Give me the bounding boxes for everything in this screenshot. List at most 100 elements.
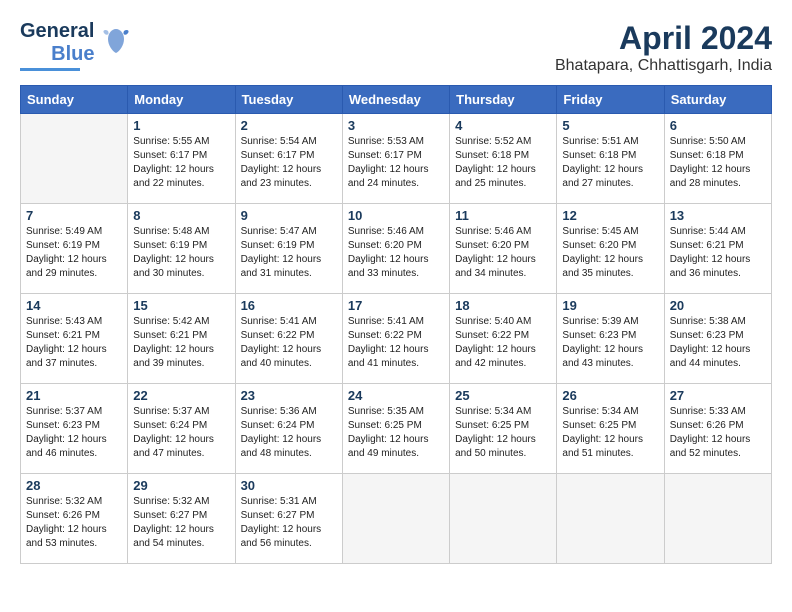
day-number: 25: [455, 388, 551, 403]
day-info: Sunrise: 5:34 AM Sunset: 6:25 PM Dayligh…: [455, 405, 551, 461]
day-number: 3: [348, 118, 444, 133]
calendar-cell: [342, 474, 449, 564]
calendar-cell: 5Sunrise: 5:51 AM Sunset: 6:18 PM Daylig…: [557, 114, 664, 204]
day-number: 18: [455, 298, 551, 313]
day-info: Sunrise: 5:55 AM Sunset: 6:17 PM Dayligh…: [133, 135, 229, 191]
logo-blue: Blue: [51, 43, 94, 66]
week-row-4: 21 Sunrise: 5:37 AM Sunset: 6:23 PM Dayli…: [21, 384, 772, 474]
logo: General Blue: [20, 20, 130, 71]
calendar-cell: 9 Sunrise: 5:47 AM Sunset: 6:19 PM Daylig…: [235, 204, 342, 294]
day-number: 27: [670, 388, 766, 403]
day-number: 17: [348, 298, 444, 313]
header-wednesday: Wednesday: [342, 86, 449, 114]
day-info: Sunrise: 5:37 AM Sunset: 6:24 PM Dayligh…: [133, 405, 229, 461]
day-number: 16: [241, 298, 337, 313]
day-number: 2: [241, 118, 337, 133]
calendar-cell: [557, 474, 664, 564]
calendar-cell: 22Sunrise: 5:37 AM Sunset: 6:24 PM Dayli…: [128, 384, 235, 474]
calendar-cell: [450, 474, 557, 564]
title-area: April 2024 Bhatapara, Chhattisgarh, Indi…: [555, 20, 772, 75]
day-info: Sunrise: 5:32 AM Sunset: 6:26 PM Dayligh…: [26, 495, 122, 551]
day-info: Sunrise: 5:33 AM Sunset: 6:26 PM Dayligh…: [670, 405, 766, 461]
month-title: April 2024: [555, 20, 772, 57]
day-number: 13: [670, 208, 766, 223]
day-info: Sunrise: 5:38 AM Sunset: 6:23 PM Dayligh…: [670, 315, 766, 371]
header: General Blue April 2024 Bhatapara, Chhat…: [20, 20, 772, 75]
day-info: Sunrise: 5:46 AM Sunset: 6:20 PM Dayligh…: [455, 225, 551, 281]
logo-underline: [20, 68, 80, 71]
day-number: 4: [455, 118, 551, 133]
day-number: 11: [455, 208, 551, 223]
calendar-cell: 14 Sunrise: 5:43 AM Sunset: 6:21 PM Dayli…: [21, 294, 128, 384]
calendar-cell: 15Sunrise: 5:42 AM Sunset: 6:21 PM Dayli…: [128, 294, 235, 384]
day-info: Sunrise: 5:47 AM Sunset: 6:19 PM Dayligh…: [241, 225, 337, 281]
day-info: Sunrise: 5:40 AM Sunset: 6:22 PM Dayligh…: [455, 315, 551, 371]
calendar-cell: 26 Sunrise: 5:34 AM Sunset: 6:25 PM Dayli…: [557, 384, 664, 474]
calendar-cell: 3Sunrise: 5:53 AM Sunset: 6:17 PM Daylig…: [342, 114, 449, 204]
day-info: Sunrise: 5:37 AM Sunset: 6:23 PM Dayligh…: [26, 405, 122, 461]
calendar-header-row: SundayMondayTuesdayWednesdayThursdayFrid…: [21, 86, 772, 114]
day-number: 10: [348, 208, 444, 223]
day-info: Sunrise: 5:42 AM Sunset: 6:21 PM Dayligh…: [133, 315, 229, 371]
calendar-cell: 16Sunrise: 5:41 AM Sunset: 6:22 PM Dayli…: [235, 294, 342, 384]
day-number: 14: [26, 298, 122, 313]
calendar-cell: 8Sunrise: 5:48 AM Sunset: 6:19 PM Daylig…: [128, 204, 235, 294]
day-info: Sunrise: 5:46 AM Sunset: 6:20 PM Dayligh…: [348, 225, 444, 281]
calendar-cell: 21 Sunrise: 5:37 AM Sunset: 6:23 PM Dayli…: [21, 384, 128, 474]
header-tuesday: Tuesday: [235, 86, 342, 114]
day-info: Sunrise: 5:36 AM Sunset: 6:24 PM Dayligh…: [241, 405, 337, 461]
day-number: 26: [562, 388, 658, 403]
header-sunday: Sunday: [21, 86, 128, 114]
logo-general: General: [20, 20, 94, 43]
calendar-cell: 25 Sunrise: 5:34 AM Sunset: 6:25 PM Dayli…: [450, 384, 557, 474]
calendar-cell: 20 Sunrise: 5:38 AM Sunset: 6:23 PM Dayli…: [664, 294, 771, 384]
calendar-table: SundayMondayTuesdayWednesdayThursdayFrid…: [20, 85, 772, 564]
day-info: Sunrise: 5:41 AM Sunset: 6:22 PM Dayligh…: [348, 315, 444, 371]
calendar-cell: 28 Sunrise: 5:32 AM Sunset: 6:26 PM Dayli…: [21, 474, 128, 564]
calendar-cell: 4 Sunrise: 5:52 AM Sunset: 6:18 PM Daylig…: [450, 114, 557, 204]
day-info: Sunrise: 5:44 AM Sunset: 6:21 PM Dayligh…: [670, 225, 766, 281]
header-thursday: Thursday: [450, 86, 557, 114]
calendar-cell: 13 Sunrise: 5:44 AM Sunset: 6:21 PM Dayli…: [664, 204, 771, 294]
day-info: Sunrise: 5:32 AM Sunset: 6:27 PM Dayligh…: [133, 495, 229, 551]
calendar-cell: 12 Sunrise: 5:45 AM Sunset: 6:20 PM Dayli…: [557, 204, 664, 294]
calendar-cell: 18 Sunrise: 5:40 AM Sunset: 6:22 PM Dayli…: [450, 294, 557, 384]
day-info: Sunrise: 5:51 AM Sunset: 6:18 PM Dayligh…: [562, 135, 658, 191]
day-number: 28: [26, 478, 122, 493]
day-info: Sunrise: 5:43 AM Sunset: 6:21 PM Dayligh…: [26, 315, 122, 371]
day-number: 21: [26, 388, 122, 403]
week-row-2: 7Sunrise: 5:49 AM Sunset: 6:19 PM Daylig…: [21, 204, 772, 294]
calendar-cell: 6Sunrise: 5:50 AM Sunset: 6:18 PM Daylig…: [664, 114, 771, 204]
calendar-cell: 7Sunrise: 5:49 AM Sunset: 6:19 PM Daylig…: [21, 204, 128, 294]
calendar-cell: 2Sunrise: 5:54 AM Sunset: 6:17 PM Daylig…: [235, 114, 342, 204]
day-number: 12: [562, 208, 658, 223]
day-number: 23: [241, 388, 337, 403]
day-info: Sunrise: 5:52 AM Sunset: 6:18 PM Dayligh…: [455, 135, 551, 191]
day-info: Sunrise: 5:45 AM Sunset: 6:20 PM Dayligh…: [562, 225, 658, 281]
calendar-cell: 29Sunrise: 5:32 AM Sunset: 6:27 PM Dayli…: [128, 474, 235, 564]
day-info: Sunrise: 5:35 AM Sunset: 6:25 PM Dayligh…: [348, 405, 444, 461]
day-info: Sunrise: 5:31 AM Sunset: 6:27 PM Dayligh…: [241, 495, 337, 551]
calendar-cell: 11 Sunrise: 5:46 AM Sunset: 6:20 PM Dayli…: [450, 204, 557, 294]
calendar-cell: [21, 114, 128, 204]
week-row-5: 28 Sunrise: 5:32 AM Sunset: 6:26 PM Dayli…: [21, 474, 772, 564]
week-row-1: 1 Sunrise: 5:55 AM Sunset: 6:17 PM Daylig…: [21, 114, 772, 204]
header-friday: Friday: [557, 86, 664, 114]
day-info: Sunrise: 5:50 AM Sunset: 6:18 PM Dayligh…: [670, 135, 766, 191]
day-info: Sunrise: 5:34 AM Sunset: 6:25 PM Dayligh…: [562, 405, 658, 461]
day-number: 9: [241, 208, 337, 223]
calendar-cell: [664, 474, 771, 564]
day-info: Sunrise: 5:48 AM Sunset: 6:19 PM Dayligh…: [133, 225, 229, 281]
day-number: 20: [670, 298, 766, 313]
header-monday: Monday: [128, 86, 235, 114]
calendar-cell: 27 Sunrise: 5:33 AM Sunset: 6:26 PM Dayli…: [664, 384, 771, 474]
day-number: 30: [241, 478, 337, 493]
week-row-3: 14 Sunrise: 5:43 AM Sunset: 6:21 PM Dayli…: [21, 294, 772, 384]
day-number: 24: [348, 388, 444, 403]
calendar-cell: 10 Sunrise: 5:46 AM Sunset: 6:20 PM Dayli…: [342, 204, 449, 294]
day-number: 1: [133, 118, 229, 133]
header-saturday: Saturday: [664, 86, 771, 114]
calendar-cell: 24 Sunrise: 5:35 AM Sunset: 6:25 PM Dayli…: [342, 384, 449, 474]
calendar-cell: 23 Sunrise: 5:36 AM Sunset: 6:24 PM Dayli…: [235, 384, 342, 474]
calendar-cell: 30 Sunrise: 5:31 AM Sunset: 6:27 PM Dayli…: [235, 474, 342, 564]
